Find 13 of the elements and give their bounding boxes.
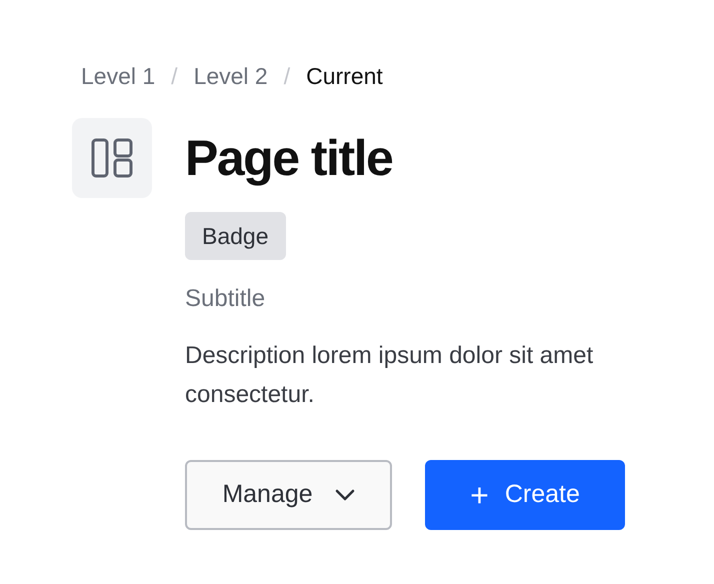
page-title: Page title [185, 129, 392, 188]
chevron-down-icon [334, 489, 355, 501]
breadcrumb-separator: / [171, 62, 178, 91]
breadcrumb-current[interactable]: Current [306, 60, 383, 92]
layout-icon [91, 138, 133, 178]
subtitle: Subtitle [185, 284, 266, 314]
breadcrumb-separator: / [284, 62, 290, 91]
description: Description lorem ipsum dolor sit amet consectetur. [185, 341, 594, 410]
create-button[interactable]: + Create [425, 460, 625, 530]
breadcrumb-link[interactable]: Level 2 [194, 60, 268, 92]
breadcrumb-link[interactable]: Level 1 [81, 60, 156, 92]
badge: Badge [185, 212, 286, 260]
manage-dropdown-button[interactable]: Manage [185, 460, 392, 530]
